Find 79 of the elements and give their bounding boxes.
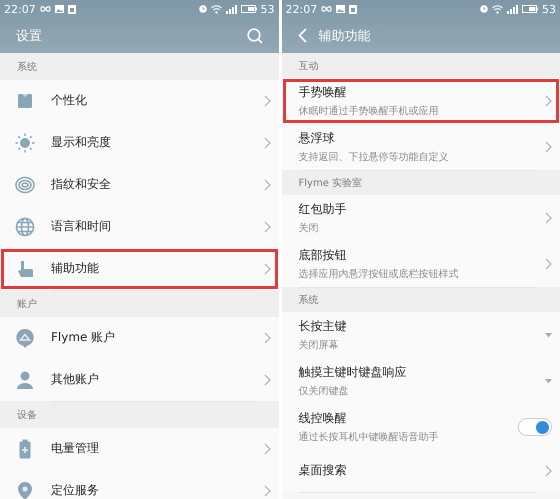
setting-icon [15,370,35,390]
image-icon [336,5,346,13]
row-title: 语言和时间 [51,218,112,235]
status-time: 22:07 [4,2,36,16]
section-header: Flyme 实验室 [282,170,560,195]
row-subtitle: 关闭 [298,222,320,234]
row-title: 底部按钮 [298,246,348,264]
back-icon[interactable] [298,28,306,43]
chevron-icon [264,137,270,149]
wifi-icon [210,4,222,14]
setting-icon [15,175,35,195]
dropdown-caret-icon[interactable] [545,332,552,338]
row-title: 红包助手 [298,200,348,218]
chevron-icon [545,95,552,107]
row-title: 辅助功能 [51,260,100,277]
row-title: Flyme 账户 [51,329,116,346]
row-title: 触摸主键时键盘响应 [298,364,408,380]
chevron-icon [545,141,552,153]
chevron-icon [264,485,270,497]
chevron-icon [545,212,552,224]
row-title: 线控唤醒 [298,410,348,426]
battery-icon [522,5,538,13]
setting-icon [15,328,35,348]
signal-icon [226,4,236,14]
screen-title: 辅助功能 [318,28,372,44]
row-title: 电量管理 [51,440,100,457]
section-header: 设备 [0,401,278,428]
chevron-icon [264,443,270,455]
setting-icon [15,91,35,111]
row-title: 手势唤醒 [298,84,348,100]
infinity-icon [321,6,332,12]
settings-row[interactable]: 辅助功能 [0,248,278,290]
row-subtitle: 支持返回、下拉悬停等功能自定义 [298,150,450,164]
alarm-icon [198,5,206,13]
section-header: 互动 [282,53,560,78]
chevron-icon [264,179,270,191]
alarm-icon [480,5,488,13]
toggle-switch[interactable] [518,418,552,436]
chevron-icon [545,465,552,477]
section-header: 系统 [0,53,278,80]
row-subtitle: 休眠时通过手势唤醒手机或应用 [298,104,440,118]
chevron-icon [264,332,270,344]
sim-card-icon [68,4,76,14]
battery-icon [240,5,256,13]
image-icon [54,5,64,13]
signal-icon [507,4,518,14]
battery-level: 53 [260,2,274,16]
row-title: 其他账户 [51,371,100,388]
row-title: 桌面搜索 [298,462,348,479]
setting-icon [15,481,35,499]
row-subtitle: 仅关闭键盘 [298,384,350,398]
infinity-icon [40,6,51,12]
setting-icon [15,217,35,237]
search-icon[interactable] [246,28,262,44]
row-title: 显示和亮度 [51,134,112,151]
sim-card-icon [349,4,358,14]
chevron-icon [545,258,552,270]
row-subtitle: 通过长按耳机中键唤醒语音助手 [298,430,440,444]
settings-row[interactable]: 手势唤醒 休眠时通过手势唤醒手机或应用 [282,78,560,124]
row-title: 个性化 [51,92,88,109]
screen-title: 设置 [16,28,43,44]
row-title: 指纹和安全 [51,176,112,193]
chevron-icon [264,374,270,386]
section-header: 系统 [282,287,560,312]
row-subtitle: 关闭屏幕 [298,338,340,352]
chevron-icon [264,95,270,107]
battery-level: 53 [542,2,556,16]
setting-icon [15,133,35,153]
row-title: 长按主键 [298,318,348,334]
row-subtitle: 选择应用内悬浮按钮或底栏按钮样式 [298,268,460,280]
wifi-icon [492,4,503,14]
status-time: 22:07 [286,2,318,16]
section-header: 账户 [0,290,278,317]
row-title: 定位服务 [51,482,100,499]
chevron-icon [264,263,270,275]
chevron-icon [264,221,270,233]
setting-icon [15,259,35,279]
row-title: 悬浮球 [298,130,336,146]
dropdown-caret-icon[interactable] [545,378,552,384]
